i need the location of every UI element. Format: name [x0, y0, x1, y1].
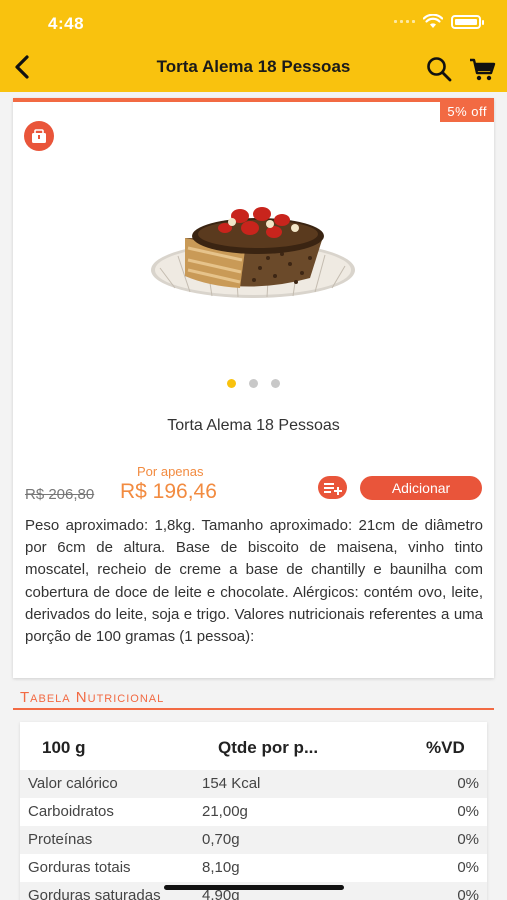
nutrient-amount: 8,10g: [202, 859, 240, 876]
nutrient-vd: 0%: [457, 775, 479, 792]
nutrient-vd: 0%: [457, 803, 479, 820]
nutrient-name: Proteínas: [28, 831, 93, 848]
table-row: Valor calórico 154 Kcal 0%: [20, 770, 487, 798]
app-header: 4:48 Torta Alema 18 Pessoas: [0, 0, 507, 92]
table-header-vd: %VD: [426, 738, 465, 757]
nutrient-amount: 0,70g: [202, 831, 240, 848]
wifi-icon: [423, 14, 443, 28]
carousel-dot[interactable]: [271, 379, 280, 388]
old-price: R$ 206,80: [25, 486, 95, 503]
nutrient-amount: 154 Kcal: [202, 775, 261, 792]
home-indicator[interactable]: [164, 885, 344, 890]
current-price: R$ 196,46: [120, 480, 217, 503]
add-to-list-button[interactable]: [318, 476, 347, 499]
product-image[interactable]: [150, 198, 358, 310]
nutrient-vd: 0%: [457, 859, 479, 876]
table-row: Proteínas 0,70g 0%: [20, 826, 487, 854]
nutrition-section-title: Tabela Nutricional: [20, 689, 165, 706]
carousel-dot[interactable]: [227, 379, 236, 388]
search-icon[interactable]: [425, 55, 453, 83]
signal-icon: [394, 20, 415, 23]
product-description: Peso aproximado: 1,8kg. Tamanho aproxima…: [25, 517, 483, 646]
status-time: 4:48: [48, 14, 85, 33]
nutrient-name: Valor calórico: [28, 775, 118, 792]
nutrition-table: 100 g Qtde por p... %VD Valor calórico 1…: [20, 722, 487, 900]
nutrient-name: Gorduras saturadas: [28, 887, 161, 900]
gift-icon[interactable]: [24, 121, 54, 151]
product-name: Torta Alema 18 Pessoas: [167, 417, 340, 434]
add-to-list-icon: [323, 482, 342, 495]
table-row: Carboidratos 21,00g 0%: [20, 798, 487, 826]
price-prefix: Por apenas: [137, 464, 204, 479]
back-arrow-icon[interactable]: [10, 52, 36, 82]
table-header-quantity: Qtde por p...: [218, 738, 319, 757]
add-button[interactable]: Adicionar: [360, 476, 482, 500]
nutrient-name: Gorduras totais: [28, 859, 131, 876]
product-card: 5% off Torta Alema 18 Pessoas R$ 206,80 …: [13, 98, 494, 678]
carousel-dot[interactable]: [249, 379, 258, 388]
carousel-indicator[interactable]: [13, 379, 494, 388]
table-row: Gorduras totais 8,10g 0%: [20, 854, 487, 882]
status-icons: [394, 14, 484, 29]
nutrient-name: Carboidratos: [28, 803, 114, 820]
nutrient-amount: 21,00g: [202, 803, 248, 820]
section-divider: [13, 708, 494, 710]
cart-icon[interactable]: [468, 55, 496, 83]
nutrient-vd: 0%: [457, 831, 479, 848]
table-header-portion: 100 g: [42, 738, 86, 757]
battery-icon: [451, 14, 484, 29]
gift-glyph-icon: [32, 129, 46, 143]
discount-badge: 5% off: [440, 102, 494, 122]
nutrient-vd: 0%: [457, 887, 479, 900]
